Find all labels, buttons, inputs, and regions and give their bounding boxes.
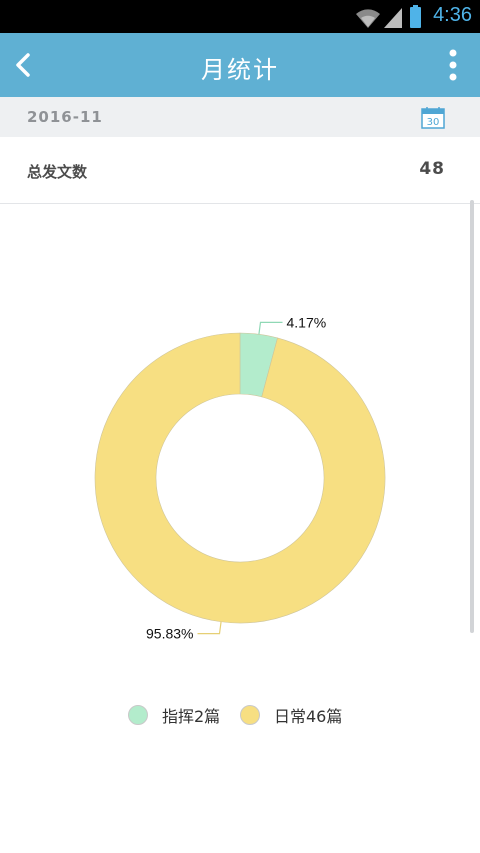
overflow-menu-button[interactable] xyxy=(446,47,460,83)
back-button[interactable] xyxy=(8,43,48,87)
legend-label-daily: 日常46篇 xyxy=(274,707,343,726)
slice-label-daily: 95.83% xyxy=(146,626,193,642)
legend-item-command: 指挥2篇 xyxy=(128,700,220,730)
status-time: 4:36 xyxy=(433,4,472,26)
month-label: 2016-11 xyxy=(27,108,103,126)
signal-icon xyxy=(384,8,402,28)
month-selector[interactable]: 2016-11 xyxy=(0,97,480,137)
wifi-icon xyxy=(356,9,380,29)
status-bar: 4:36 xyxy=(0,0,480,33)
leader-line-command xyxy=(258,321,283,335)
chevron-left-icon xyxy=(16,53,30,77)
slice-label-command: 4.17% xyxy=(286,314,326,330)
legend-swatch-command xyxy=(128,705,148,725)
total-posts-value: 48 xyxy=(419,159,445,179)
donut-chart-svg: 4.17% 95.83% xyxy=(94,314,386,642)
donut-slice-daily xyxy=(94,332,386,624)
chart-legend: 指挥2篇 日常46篇 xyxy=(0,700,480,730)
calendar-button[interactable]: 30 xyxy=(421,107,445,129)
app-bar: 月统计 xyxy=(0,33,480,97)
legend-swatch-daily xyxy=(240,705,260,725)
legend-label-command: 指挥2篇 xyxy=(162,707,221,726)
more-vert-icon xyxy=(449,49,457,81)
page-title: 月统计 xyxy=(201,56,279,84)
calendar-day: 30 xyxy=(427,117,440,128)
donut-chart: 4.17% 95.83% xyxy=(0,204,480,724)
legend-item-daily: 日常46篇 xyxy=(240,700,342,730)
total-posts-label: 总发文数 xyxy=(27,163,88,181)
battery-icon xyxy=(410,5,421,28)
calendar-icon: 30 xyxy=(421,107,445,129)
status-icons xyxy=(356,5,421,29)
leader-line-daily xyxy=(197,621,222,635)
total-posts-row: 总发文数 48 xyxy=(0,137,480,204)
